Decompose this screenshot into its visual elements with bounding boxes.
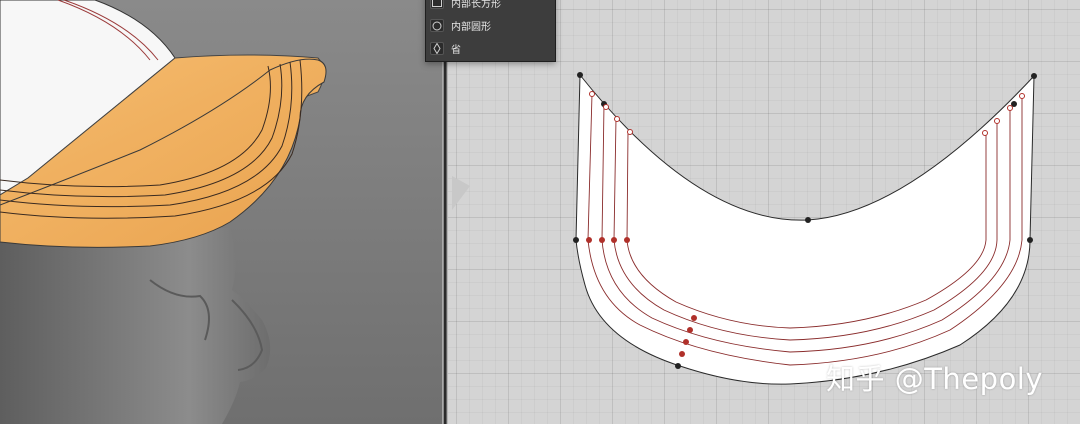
watermark: 知乎 @Thepoly xyxy=(826,362,1044,396)
menu-item-label: 内部长方形 xyxy=(451,0,501,10)
menu-item-inner-circle[interactable]: 内部圆形 xyxy=(426,14,555,37)
3d-viewport[interactable] xyxy=(0,0,442,424)
menu-item-label: 内部圆形 xyxy=(451,22,491,33)
menu-item-dart[interactable]: 省 xyxy=(426,37,555,60)
brim-pattern-piece[interactable] xyxy=(575,73,1035,385)
circle-icon xyxy=(430,19,444,32)
collapse-arrow-icon[interactable] xyxy=(452,176,470,210)
rectangle-icon xyxy=(430,0,444,9)
shape-type-menu: 内部长方形 内部圆形 省 xyxy=(425,0,556,62)
menu-item-label: 省 xyxy=(451,45,461,56)
menu-item-inner-rectangle[interactable]: 内部长方形 xyxy=(426,0,555,14)
head-model[interactable] xyxy=(0,226,271,424)
dart-icon xyxy=(430,42,444,55)
